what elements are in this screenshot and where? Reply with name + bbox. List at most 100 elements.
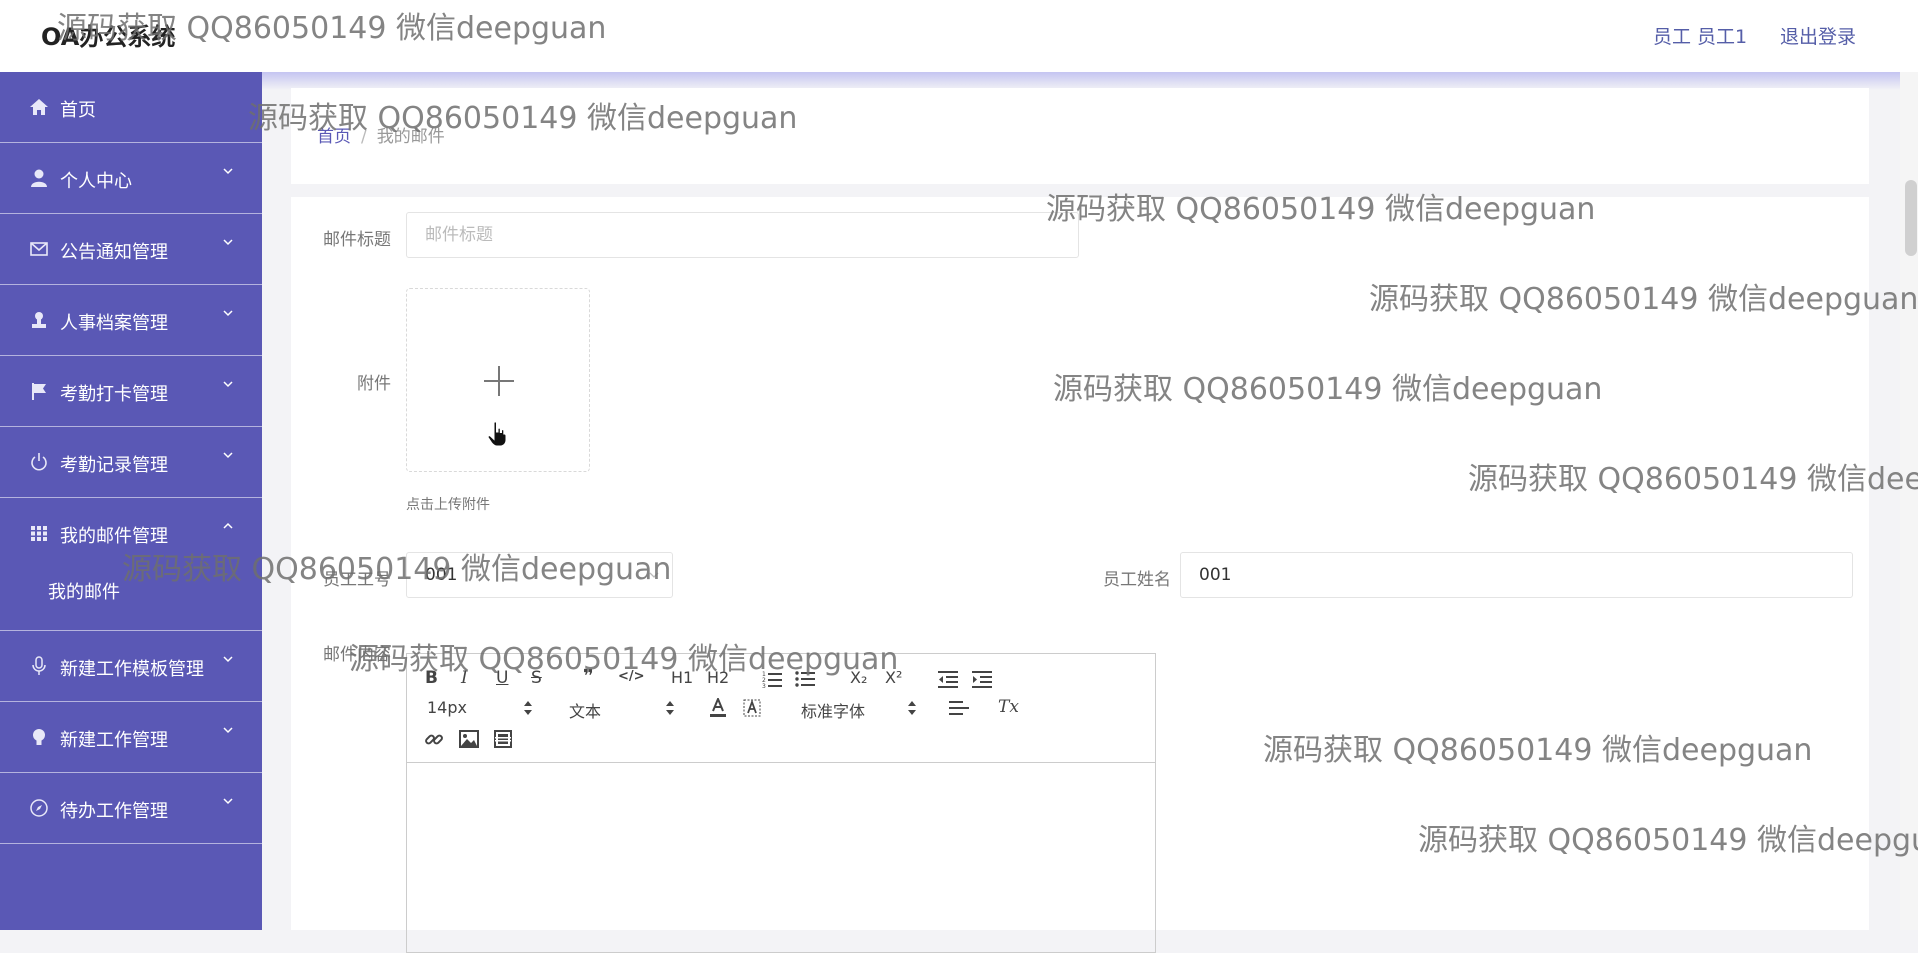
chevron-down-icon: [223, 239, 233, 246]
sidebar-item-label: 公告通知管理: [60, 242, 168, 263]
rich-text-editor: B I U S ❞ </> H1 H2 123 X₂ X² 14px 文本 标准…: [406, 653, 1156, 953]
content-label: 邮件内容: [323, 645, 391, 665]
current-user-label: 员工 员工1: [1653, 26, 1748, 48]
plus-icon: [484, 366, 514, 396]
video-icon[interactable]: [494, 730, 512, 748]
background-color-icon[interactable]: [743, 698, 761, 718]
superscript-button[interactable]: X²: [885, 668, 902, 687]
bullet-list-icon[interactable]: [795, 670, 815, 688]
title-label: 邮件标题: [323, 230, 391, 250]
top-bar: OA办公系统 员工 员工1 退出登录: [0, 0, 1918, 72]
breadcrumb-current: 我的邮件: [376, 127, 445, 147]
employee-id-value: 001: [425, 565, 458, 585]
mail-title-input[interactable]: [406, 212, 1079, 258]
sidebar-item-label: 人事档案管理: [60, 313, 168, 334]
employee-name-input[interactable]: [1180, 552, 1853, 598]
employee-name-label: 员工姓名: [1103, 570, 1171, 590]
employee-id-label: 员工工号: [323, 570, 391, 590]
sidebar-item-attendance-checkin-management[interactable]: 考勤打卡管理: [0, 356, 262, 427]
sidebar-item-hr-records-management[interactable]: 人事档案管理: [0, 285, 262, 356]
microphone-icon: [32, 656, 46, 675]
text-style-dropdown[interactable]: 文本: [569, 698, 679, 721]
sort-caret-icon: [524, 701, 532, 715]
sidebar-item-label: 考勤打卡管理: [60, 384, 168, 405]
attachment-upload-box[interactable]: [406, 288, 590, 472]
breadcrumb-separator: /: [361, 127, 367, 147]
chevron-down-icon: [223, 310, 233, 317]
font-size-dropdown[interactable]: 14px: [427, 698, 537, 718]
bold-button[interactable]: B: [425, 668, 438, 688]
employee-id-select[interactable]: 001: [406, 552, 673, 598]
text-style-value: 文本: [569, 702, 602, 721]
image-icon[interactable]: [459, 730, 479, 748]
sidebar-item-label: 新建工作模板管理: [60, 659, 204, 680]
chevron-down-icon: [223, 798, 233, 805]
underline-button[interactable]: U: [496, 668, 508, 688]
italic-button[interactable]: I: [461, 668, 468, 688]
bulb-icon: [33, 729, 45, 745]
sidebar-item-label: 首页: [60, 100, 96, 121]
font-size-value: 14px: [427, 698, 467, 717]
page-scrollbar[interactable]: [1900, 72, 1918, 930]
editor-toolbar: B I U S ❞ </> H1 H2 123 X₂ X² 14px 文本 标准…: [407, 654, 1155, 763]
sidebar-item-home[interactable]: 首页: [0, 72, 262, 143]
sidebar-item-my-mail-management[interactable]: 我的邮件管理: [0, 498, 262, 568]
blockquote-button[interactable]: ❞: [583, 666, 594, 687]
chevron-down-icon: [223, 727, 233, 734]
compass-icon: [30, 799, 48, 817]
ordered-list-icon[interactable]: 123: [762, 670, 782, 688]
sidebar-item-personal-center[interactable]: 个人中心: [0, 143, 262, 214]
h2-button[interactable]: H2: [707, 668, 729, 687]
sidebar-item-notice-management[interactable]: 公告通知管理: [0, 214, 262, 285]
grid-icon: [31, 526, 47, 541]
breadcrumb: 首页 / 我的邮件: [317, 122, 445, 147]
code-button[interactable]: </>: [618, 669, 645, 684]
flag-icon: [32, 383, 46, 400]
sidebar-item-label: 个人中心: [60, 171, 132, 192]
upload-tip: 点击上传附件: [406, 497, 490, 513]
sidebar-item-attendance-records-management[interactable]: 考勤记录管理: [0, 427, 262, 498]
link-icon[interactable]: [424, 729, 444, 749]
chevron-down-icon: [649, 572, 659, 578]
power-icon: [31, 453, 47, 471]
indent-icon[interactable]: [972, 670, 992, 688]
mail-icon: [30, 242, 48, 256]
app-title: OA办公系统: [41, 23, 176, 51]
chevron-down-icon: [223, 168, 233, 175]
font-family-dropdown[interactable]: 标准字体: [801, 698, 921, 721]
font-color-icon[interactable]: [709, 698, 727, 718]
sort-caret-icon: [666, 701, 674, 715]
subscript-button[interactable]: X₂: [850, 668, 867, 687]
breadcrumb-home-link[interactable]: 首页: [317, 127, 351, 147]
h1-button[interactable]: H1: [671, 668, 693, 687]
hand-cursor-icon: [487, 421, 507, 447]
clear-format-button[interactable]: Tx: [998, 697, 1019, 717]
sidebar-subitem-my-mail[interactable]: 我的邮件: [0, 570, 262, 610]
align-left-icon[interactable]: [949, 700, 969, 716]
sidebar-item-new-work-template-management[interactable]: 新建工作模板管理: [0, 631, 262, 702]
sidebar-subitem-label: 我的邮件: [48, 582, 120, 603]
sidebar-item-label: 考勤记录管理: [60, 455, 168, 476]
sidebar-item-todo-work-management[interactable]: 待办工作管理: [0, 773, 262, 844]
sort-caret-icon: [908, 701, 916, 715]
chevron-down-icon: [223, 656, 233, 663]
sidebar-item-label: 待办工作管理: [60, 801, 168, 822]
sidebar-item-new-work-management[interactable]: 新建工作管理: [0, 702, 262, 773]
home-icon: [30, 99, 48, 115]
chevron-up-icon: [223, 522, 233, 529]
strike-button[interactable]: S: [531, 668, 542, 688]
user-icon: [31, 169, 47, 187]
breadcrumb-card: 首页 / 我的邮件: [291, 88, 1869, 184]
stamp-icon: [32, 312, 46, 328]
mail-form: 邮件标题 附件 点击上传附件 员工工号 001 员工姓名 邮件内容 B I U …: [291, 197, 1869, 953]
editor-content-area[interactable]: [407, 763, 1155, 952]
chevron-down-icon: [223, 452, 233, 459]
logout-link[interactable]: 退出登录: [1780, 22, 1856, 49]
svg-text:3: 3: [762, 683, 766, 688]
sidebar: 首页 个人中心 公告通知管理 人事档案管理 考勤打卡管理 考勤记录管理 我的邮件…: [0, 72, 262, 930]
outdent-icon[interactable]: [938, 670, 958, 688]
attachment-label: 附件: [357, 374, 391, 394]
font-family-value: 标准字体: [801, 702, 866, 721]
sidebar-item-label: 新建工作管理: [60, 730, 168, 751]
scrollbar-thumb[interactable]: [1905, 180, 1917, 256]
